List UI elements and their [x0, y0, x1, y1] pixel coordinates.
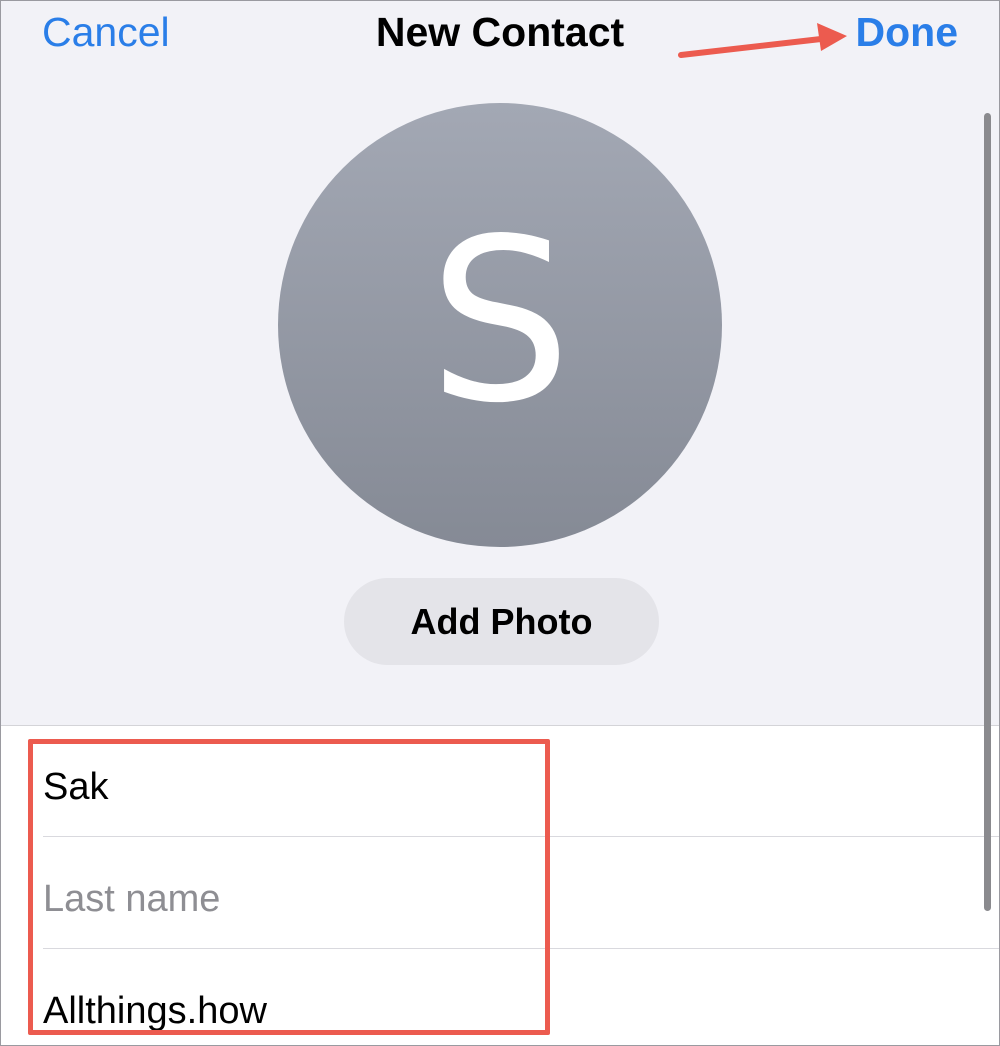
- contact-form: [1, 725, 999, 1045]
- done-button[interactable]: Done: [856, 9, 959, 56]
- annotation-arrow-icon: [678, 23, 847, 58]
- last-name-field[interactable]: [43, 874, 943, 924]
- first-name-row: [43, 726, 999, 837]
- new-contact-screen: Cancel New Contact Done S Add Photo: [0, 0, 1000, 1046]
- company-row: [43, 950, 999, 1045]
- add-photo-button[interactable]: Add Photo: [344, 578, 659, 665]
- last-name-row: [43, 838, 999, 949]
- contact-avatar[interactable]: S: [278, 103, 722, 547]
- company-field[interactable]: [43, 986, 943, 1036]
- avatar-initial: S: [428, 190, 572, 453]
- navigation-bar: Cancel New Contact Done: [1, 1, 999, 71]
- first-name-field[interactable]: [43, 762, 943, 812]
- scrollbar[interactable]: [984, 113, 991, 911]
